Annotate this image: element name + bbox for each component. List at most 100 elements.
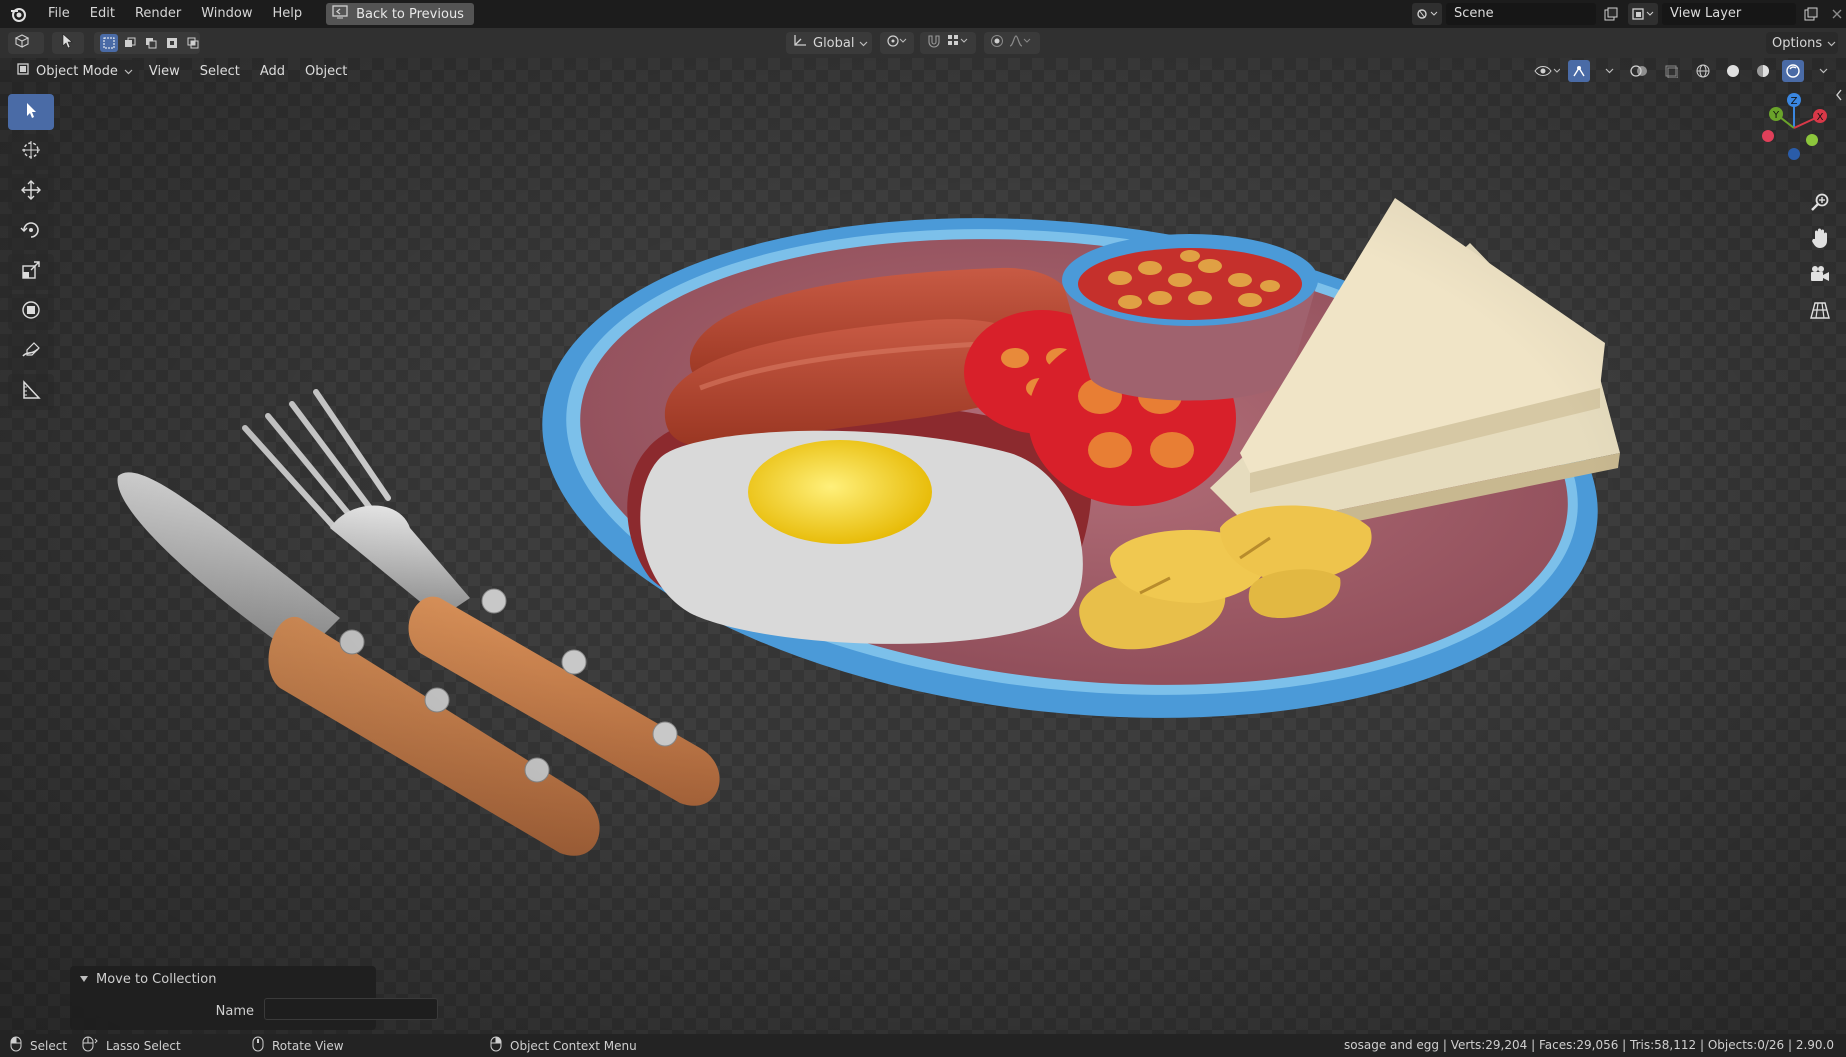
menu-edit[interactable]: Edit [80,2,125,26]
tool-header: Global Options [0,28,1846,59]
menu-window[interactable]: Window [191,2,262,26]
active-tool-dropdown[interactable] [52,32,84,54]
visibility-eye-icon[interactable] [1534,60,1560,82]
scene-statistics: sosage and egg | Verts:29,204 | Faces:29… [1344,1038,1834,1052]
chevron-down-icon [859,36,868,51]
mouse-drag-icon [82,1036,98,1055]
select-subtract-icon[interactable] [142,34,160,52]
chevron-down-icon[interactable] [1598,60,1620,82]
select-box-tool[interactable] [8,94,54,130]
scene-name-field[interactable]: Scene [1446,3,1596,25]
object-mode-icon [16,62,30,80]
xray-icon[interactable] [1658,60,1684,82]
menu-render[interactable]: Render [125,2,191,26]
scene-browse-icon[interactable] [1412,3,1442,25]
adjust-last-operation-panel: Move to Collection Name [70,966,438,1030]
proportional-editing-controls[interactable] [984,32,1040,54]
rendered-shading-icon[interactable] [1782,60,1804,82]
viewport-menu-select[interactable]: Select [190,64,250,79]
status-rotate: Rotate View [252,1036,344,1055]
view-layer-browse-icon[interactable] [1628,3,1658,25]
3d-viewport-icon [14,34,32,52]
options-dropdown[interactable]: Options [1766,32,1838,54]
move-tool[interactable] [8,174,54,210]
zoom-icon[interactable] [1806,188,1834,216]
gizmo-x-label: X [1817,112,1824,123]
select-cursor-icon [58,32,76,54]
new-view-layer-icon[interactable] [1800,3,1822,25]
panel-header[interactable]: Move to Collection [80,972,216,987]
fried-egg [640,430,1083,644]
viewport-header-right [1534,60,1834,82]
back-to-previous-button[interactable]: Back to Previous [326,3,474,25]
editor-type-dropdown[interactable] [8,32,44,54]
falloff-curve-icon [1009,34,1031,52]
object-mode-label: Object Mode [36,63,118,79]
viewport-nav-buttons [1806,188,1834,324]
overlays-icon[interactable] [1628,60,1650,82]
top-menu-bar: File Edit Render Window Help Back to Pre… [0,0,1846,28]
object-mode-dropdown[interactable]: Object Mode [10,60,139,82]
transform-tool[interactable] [8,294,54,330]
chevron-down-icon [1827,36,1836,51]
beans-bowl [1062,234,1318,401]
mouse-left-icon [10,1036,22,1055]
status-context: Object Context Menu [490,1036,637,1055]
pivot-point-dropdown[interactable] [880,32,914,54]
view-layer-name-field[interactable]: View Layer [1662,3,1796,25]
wireframe-shading-icon[interactable] [1692,60,1714,82]
status-context-label: Object Context Menu [510,1038,637,1053]
gizmo-neg-z[interactable] [1788,148,1800,160]
annotate-pencil-icon [20,339,42,365]
scale-tool[interactable] [8,254,54,290]
select-new-icon[interactable] [100,34,118,52]
transform-orientation-dropdown[interactable]: Global [786,32,872,54]
status-select-label: Select [30,1038,68,1053]
select-invert-icon[interactable] [163,34,181,52]
tool-shelf [8,94,54,410]
status-lasso-label: Lasso Select [106,1038,181,1053]
gizmo-neg-x[interactable] [1762,130,1774,142]
collapse-triangle-icon [80,972,88,987]
chevron-down-icon[interactable] [1812,60,1834,82]
options-label: Options [1772,35,1823,51]
viewport-menu-add[interactable]: Add [250,64,295,79]
menu-file[interactable]: File [38,2,80,26]
select-box-icon [21,100,41,124]
3d-viewport[interactable]: Object Mode View Select Add Object Z Y X… [0,58,1846,1034]
blender-logo-icon[interactable] [8,4,28,24]
panel-title: Move to Collection [96,972,217,987]
pan-hand-icon[interactable] [1806,224,1834,252]
scene-selector: Scene [1412,3,1648,25]
measure-tool[interactable] [8,374,54,410]
camera-view-icon[interactable] [1806,260,1834,288]
gizmo-z-label: Z [1791,96,1798,107]
scene-render [117,198,1620,856]
sidebar-toggle-chevron-icon[interactable] [1834,88,1844,102]
move-arrows-icon [20,179,42,205]
scale-icon [21,260,41,284]
status-lasso: Lasso Select [82,1036,181,1055]
select-extend-icon[interactable] [121,34,139,52]
perspective-grid-icon[interactable] [1806,296,1834,324]
mouse-middle-icon [252,1036,264,1055]
new-scene-icon[interactable] [1600,3,1622,25]
delete-view-layer-icon[interactable] [1826,3,1846,25]
name-input[interactable] [264,998,438,1020]
material-shading-icon[interactable] [1752,60,1774,82]
gizmo-neg-y[interactable] [1806,134,1818,146]
viewport-menu-view[interactable]: View [139,64,190,79]
annotate-tool[interactable] [8,334,54,370]
rotate-tool[interactable] [8,214,54,250]
select-intersect-icon[interactable] [184,34,202,52]
gizmo-toggle-icon[interactable] [1568,60,1590,82]
menu-help[interactable]: Help [263,2,313,26]
gizmo-y-label: Y [1772,110,1780,121]
cursor-tool[interactable] [8,134,54,170]
snap-controls[interactable] [920,32,976,54]
solid-shading-icon[interactable] [1722,60,1744,82]
mouse-right-icon [490,1036,502,1055]
viewport-menu-object[interactable]: Object [295,64,357,79]
navigation-gizmo[interactable]: Z Y X [1754,88,1834,168]
status-select: Select [10,1036,67,1055]
